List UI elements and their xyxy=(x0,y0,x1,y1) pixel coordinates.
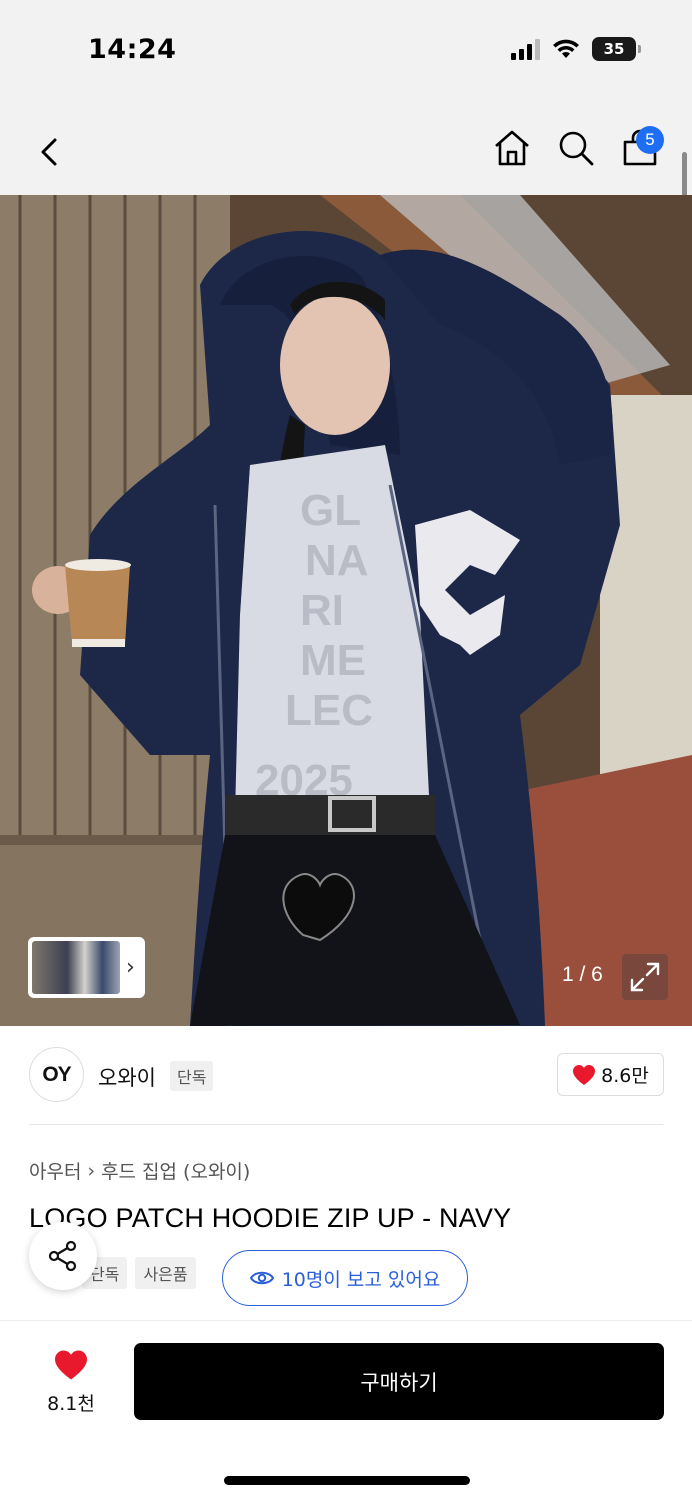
heart-icon xyxy=(573,1064,596,1085)
buy-button[interactable]: 구매하기 xyxy=(134,1343,664,1420)
brand-logo[interactable]: OY xyxy=(29,1047,84,1102)
gallery-thumbnail[interactable] xyxy=(32,941,120,994)
product-image-gallery[interactable]: GL NA RI ME LEC 2025 xyxy=(0,195,692,1026)
cellular-signal-icon xyxy=(511,38,540,60)
viewers-count-text: 10명이 보고 있어요 xyxy=(281,1268,441,1291)
gallery-page-counter: 1 / 6 xyxy=(562,963,603,986)
product-photo: GLNARIMELEC2025 xyxy=(0,195,692,1026)
breadcrumb: 아우터 › 후드 집업 (오와이) xyxy=(29,1157,250,1184)
favorite-button[interactable]: 8.1천 xyxy=(36,1349,106,1416)
divider xyxy=(29,1124,663,1125)
home-indicator xyxy=(224,1476,470,1485)
cart-count-badge: 5 xyxy=(636,126,664,154)
brand-like-button[interactable]: 8.6만 xyxy=(557,1053,664,1096)
svg-text:LEC: LEC xyxy=(285,686,373,735)
battery-level: 35 xyxy=(603,40,625,58)
svg-text:RI: RI xyxy=(300,586,344,635)
eye-icon xyxy=(249,1271,274,1285)
brand-name[interactable]: 오와이 xyxy=(98,1062,156,1092)
wifi-icon xyxy=(553,39,579,58)
status-bar: 14:24 35 xyxy=(0,0,692,100)
home-icon[interactable] xyxy=(492,128,532,168)
exclusive-badge: 단독 xyxy=(170,1061,214,1091)
favorite-count: 8.1천 xyxy=(47,1393,95,1415)
share-button[interactable] xyxy=(29,1222,97,1290)
chevron-right-icon: › xyxy=(87,1159,96,1182)
bottom-action-bar: 8.1천 구매하기 xyxy=(0,1320,692,1500)
svg-text:NA: NA xyxy=(305,536,369,585)
status-icons: 35 xyxy=(511,37,641,61)
svg-text:GL: GL xyxy=(300,486,361,535)
product-title: LOGO PATCH HOODIE ZIP UP - NAVY xyxy=(29,1203,512,1233)
product-tag: 사은품 xyxy=(135,1257,196,1289)
brand-like-count: 8.6만 xyxy=(601,1065,649,1087)
breadcrumb-category[interactable]: 아우터 xyxy=(29,1157,81,1184)
heart-icon xyxy=(55,1350,87,1380)
product-tags: 단독 사은품 xyxy=(82,1257,196,1289)
share-icon xyxy=(48,1240,77,1272)
status-time: 14:24 xyxy=(88,34,177,65)
viewers-count-pill: 10명이 보고 있어요 xyxy=(222,1250,468,1306)
brand-row[interactable]: OY 오와이 단독 8.6만 xyxy=(0,1026,692,1126)
top-nav-bar xyxy=(0,100,692,195)
breadcrumb-subcategory[interactable]: 후드 집업 (오와이) xyxy=(101,1157,250,1184)
battery-icon: 35 xyxy=(592,37,641,61)
svg-text:ME: ME xyxy=(300,636,366,685)
search-icon[interactable] xyxy=(556,128,596,168)
gallery-thumbnail-strip[interactable]: › xyxy=(28,937,145,998)
back-icon[interactable] xyxy=(30,132,70,172)
chevron-right-icon[interactable]: › xyxy=(126,955,135,980)
expand-icon[interactable] xyxy=(622,954,668,1000)
